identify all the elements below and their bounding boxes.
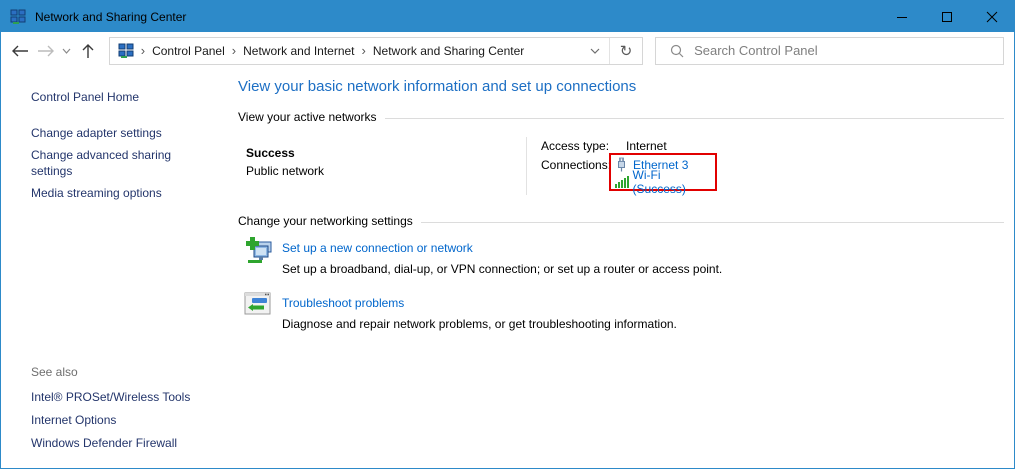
close-button[interactable] (969, 1, 1014, 32)
breadcrumb-control-panel[interactable]: Control Panel (146, 44, 231, 58)
active-networks-section-header: View your active networks (238, 110, 1004, 124)
minimize-button[interactable] (879, 1, 924, 32)
back-icon (11, 45, 29, 57)
address-dropdown-chevron-icon (590, 48, 600, 54)
minimize-icon (896, 11, 908, 23)
access-type-value: Internet (626, 139, 667, 153)
setup-new-connection-description: Set up a broadband, dial-up, or VPN conn… (282, 262, 722, 276)
network-sharing-center-window: { "window": { "title": "Network and Shar… (0, 0, 1015, 469)
refresh-icon: ↻ (620, 42, 633, 60)
new-connection-icon (244, 237, 274, 268)
troubleshoot-problems-description: Diagnose and repair network problems, or… (282, 317, 677, 331)
network-type: Public network (246, 164, 324, 178)
breadcrumb-network-and-internet[interactable]: Network and Internet (237, 44, 360, 58)
refresh-button[interactable]: ↻ (610, 38, 642, 64)
page-title: View your basic network information and … (238, 78, 636, 95)
recent-pages-button[interactable] (59, 38, 75, 64)
window-title: Network and Sharing Center (35, 10, 186, 24)
forward-button[interactable] (33, 38, 59, 64)
recent-pages-chevron-icon (62, 48, 71, 54)
maximize-icon (941, 11, 953, 23)
sidebar-item-change-advanced-sharing-settings[interactable]: Change advanced sharing settings (31, 147, 193, 179)
address-bar[interactable]: › Control Panel › Network and Internet ›… (109, 37, 643, 65)
section-rule (385, 118, 1004, 119)
setup-new-connection-link[interactable]: Set up a new connection or network (282, 241, 473, 255)
ethernet-icon (615, 157, 633, 172)
back-button[interactable] (7, 38, 33, 64)
titlebar: Network and Sharing Center (1, 1, 1014, 32)
close-icon (986, 11, 998, 23)
address-network-icon (110, 43, 140, 59)
see-also-header: See also (31, 365, 78, 379)
annotation-highlight-box: Ethernet 3 Wi-Fi (Success) (609, 153, 717, 191)
forward-icon (37, 45, 55, 57)
networking-settings-section-header: Change your networking settings (238, 214, 1004, 228)
active-network-divider (526, 137, 527, 195)
up-icon (82, 43, 94, 59)
address-dropdown-button[interactable] (581, 38, 609, 64)
navigation-bar: › Control Panel › Network and Internet ›… (1, 32, 1014, 69)
connections-label: Connections: (541, 158, 611, 172)
wifi-signal-icon (615, 175, 633, 188)
networking-settings-section-title: Change your networking settings (238, 214, 413, 228)
sidebar-item-intel-proset-wireless-tools[interactable]: Intel® PROSet/Wireless Tools (31, 389, 190, 405)
troubleshoot-icon (244, 292, 272, 319)
breadcrumb-network-sharing-center[interactable]: Network and Sharing Center (367, 44, 530, 58)
connection-link-wifi[interactable]: Wi-Fi (Success) (633, 168, 715, 196)
search-icon (670, 44, 684, 58)
maximize-button[interactable] (924, 1, 969, 32)
troubleshoot-problems-link[interactable]: Troubleshoot problems (282, 296, 404, 310)
sidebar-item-windows-defender-firewall[interactable]: Windows Defender Firewall (31, 435, 177, 451)
connection-row-wifi: Wi-Fi (Success) (615, 173, 715, 190)
sidebar-item-control-panel-home[interactable]: Control Panel Home (31, 89, 139, 105)
sidebar-item-change-adapter-settings[interactable]: Change adapter settings (31, 125, 162, 141)
up-button[interactable] (75, 38, 101, 64)
sidebar-item-media-streaming-options[interactable]: Media streaming options (31, 185, 162, 201)
network-name: Success (246, 146, 295, 160)
search-box (655, 37, 1004, 65)
window-controls (879, 1, 1014, 32)
access-type-label: Access type: (541, 139, 609, 153)
search-input[interactable] (694, 39, 1003, 63)
active-networks-section-title: View your active networks (238, 110, 377, 124)
sidebar-item-internet-options[interactable]: Internet Options (31, 412, 116, 428)
section-rule (421, 222, 1004, 223)
network-icon (10, 9, 26, 25)
